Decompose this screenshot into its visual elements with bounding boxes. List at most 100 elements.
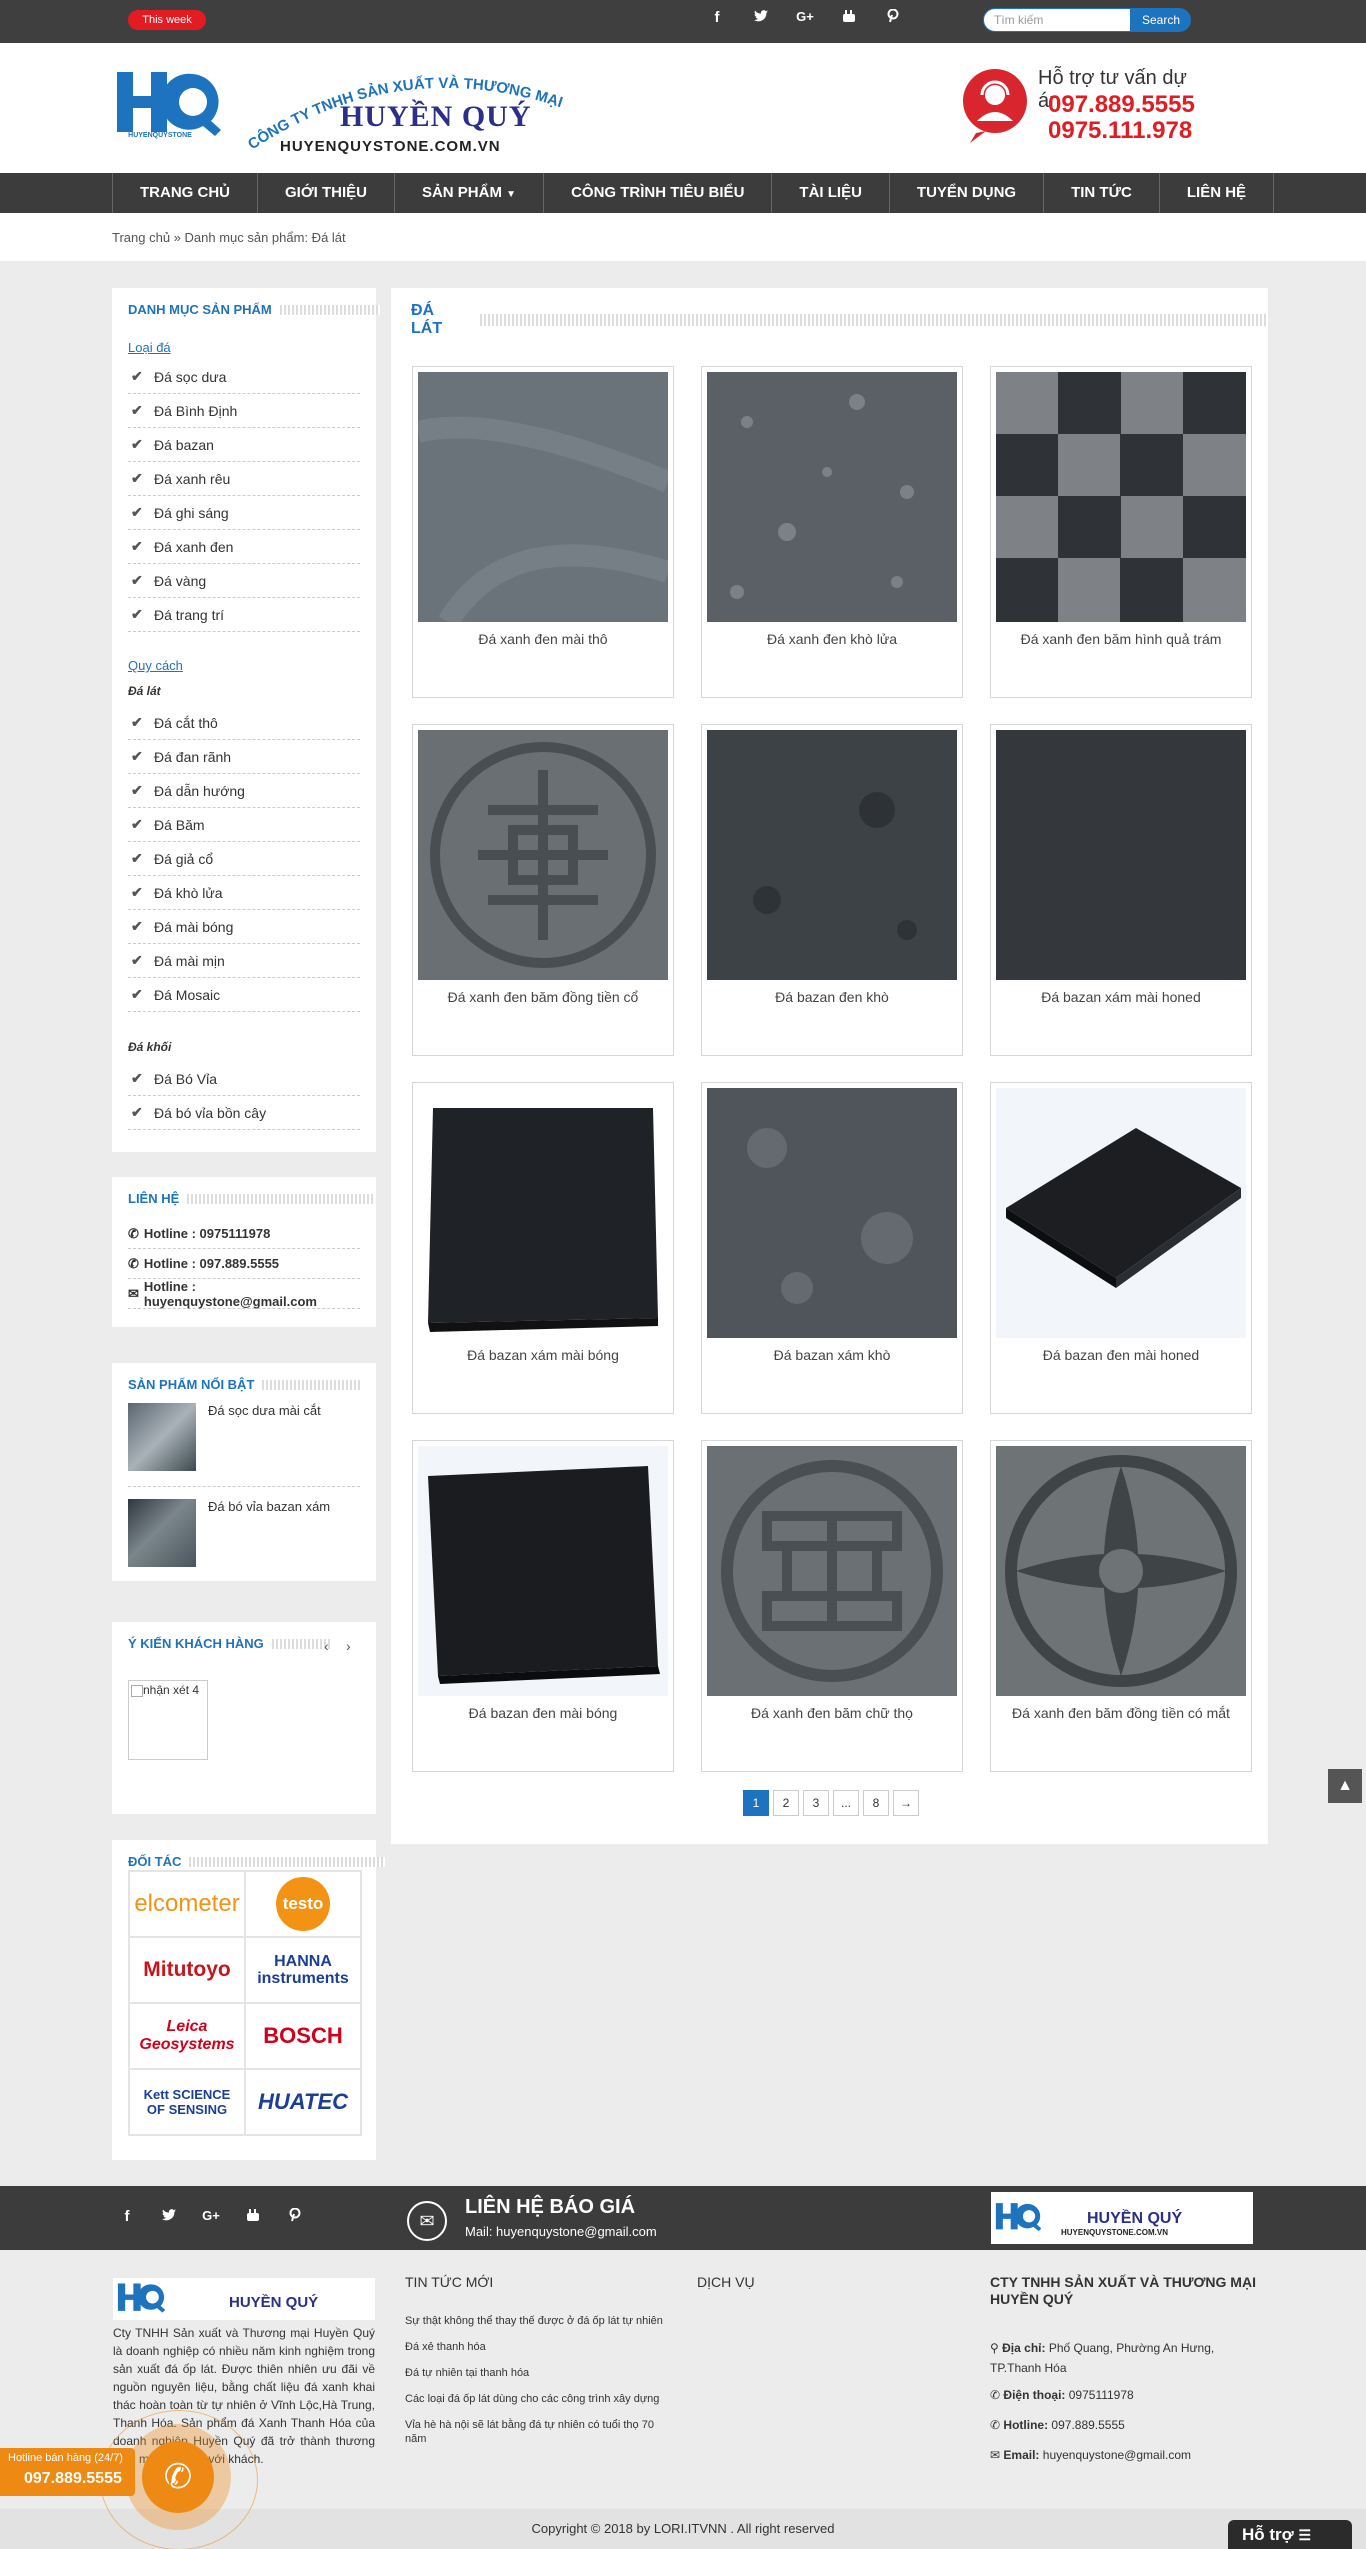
featured-item-name[interactable]: Đá sọc dưa mài cắt xyxy=(208,1403,321,1418)
page-1[interactable]: 1 xyxy=(743,1790,769,1816)
product-name[interactable]: Đá xanh đen khò lửa xyxy=(702,627,962,651)
product-card[interactable]: Đá bazan đen khò xyxy=(701,724,963,1056)
product-name[interactable]: Đá xanh đen băm hình quả trám xyxy=(991,627,1251,651)
site-logo[interactable]: HUYENQUYSTONE xyxy=(115,70,225,142)
scroll-top-button[interactable]: ▲ xyxy=(1328,1769,1362,1803)
page-3[interactable]: 3 xyxy=(803,1790,829,1816)
link-stone-type[interactable]: Loại đá xyxy=(128,340,171,355)
partner-logo-kett[interactable]: Kett SCIENCE OF SENSING xyxy=(129,2069,245,2135)
category-item[interactable]: ✔ Đá vàng xyxy=(128,564,360,598)
nav-item-home[interactable]: TRANG CHỦ xyxy=(113,173,258,213)
product-image[interactable] xyxy=(418,372,668,622)
pinterest-icon[interactable] xyxy=(286,2207,304,2226)
category-item[interactable]: ✔ Đá Băm xyxy=(128,808,360,842)
footer-news-link[interactable]: Vỉa hè hà nội sẽ lát bằng đá tự nhiên có… xyxy=(405,2418,675,2446)
page-next[interactable]: → xyxy=(893,1790,919,1816)
breadcrumb[interactable]: Trang chủ » Danh mục sản phẩm: Đá lát xyxy=(112,230,346,245)
footer-phone[interactable]: ✆ Điện thoại: 0975111978 xyxy=(990,2388,1134,2402)
category-item[interactable]: ✔ Đá ghi sáng xyxy=(128,496,360,530)
product-name[interactable]: Đá xanh đen băm đồng tiền cổ xyxy=(413,985,673,1009)
partner-logo-hanna[interactable]: HANNA instruments xyxy=(245,1937,361,2003)
product-card[interactable]: Đá xanh đen băm hình quả trám xyxy=(990,366,1252,698)
category-item[interactable]: ✔ Đá xanh đen xyxy=(128,530,360,564)
product-card[interactable]: Đá xanh đen băm chữ thọ xyxy=(701,1440,963,1772)
facebook-icon[interactable]: f xyxy=(708,9,726,27)
partner-logo-elcometer[interactable]: elcometer xyxy=(129,1871,245,1937)
nav-item-careers[interactable]: TUYỂN DỤNG xyxy=(890,173,1045,213)
support-phone-1[interactable]: 097.889.5555 xyxy=(1048,91,1195,119)
category-item[interactable]: ✔ Đá giả cổ xyxy=(128,842,360,876)
product-image[interactable] xyxy=(707,1446,957,1696)
product-image[interactable] xyxy=(996,372,1246,622)
partner-logo-testo[interactable]: testo xyxy=(245,1871,361,1937)
this-week-badge[interactable]: This week xyxy=(128,10,206,30)
featured-thumbnail[interactable] xyxy=(128,1499,196,1567)
product-card[interactable]: Đá bazan xám mài bóng xyxy=(412,1082,674,1414)
nav-item-products[interactable]: SẢN PHẨM ▼ xyxy=(395,173,545,213)
youtube-icon[interactable] xyxy=(840,9,858,27)
pinterest-icon[interactable] xyxy=(884,8,902,27)
partner-logo-huatec[interactable]: HUATEC xyxy=(245,2069,361,2135)
twitter-icon[interactable] xyxy=(752,9,770,27)
featured-item[interactable]: Đá sọc dưa mài cắt xyxy=(128,1391,360,1487)
search-button[interactable]: Search xyxy=(1131,8,1191,32)
partner-logo-leica[interactable]: Leica Geosystems xyxy=(129,2003,245,2069)
category-item[interactable]: ✔ Đá khò lửa xyxy=(128,876,360,910)
product-image[interactable] xyxy=(707,372,957,622)
partner-logo-bosch[interactable]: BOSCH xyxy=(245,2003,361,2069)
product-image[interactable] xyxy=(418,1088,668,1338)
support-phone-2[interactable]: 0975.111.978 xyxy=(1048,117,1192,145)
prev-arrow-icon[interactable]: ‹ xyxy=(324,1638,329,1654)
product-card[interactable]: Đá xanh đen băm đồng tiền cổ xyxy=(412,724,674,1056)
product-name[interactable]: Đá bazan xám mài bóng xyxy=(413,1343,673,1367)
contact-email[interactable]: ✉ Hotline : huyenquystone@gmail.com xyxy=(128,1279,360,1309)
product-image[interactable] xyxy=(418,730,668,980)
category-item[interactable]: ✔ Đá bó vỉa bồn cây xyxy=(128,1096,360,1130)
page-2[interactable]: 2 xyxy=(773,1790,799,1816)
google-plus-icon[interactable]: G+ xyxy=(202,2208,220,2226)
google-plus-icon[interactable]: G+ xyxy=(796,9,814,27)
contact-hotline-2[interactable]: ✆ Hotline : 097.889.5555 xyxy=(128,1249,360,1279)
category-item[interactable]: ✔ Đá Bình Định xyxy=(128,394,360,428)
product-image[interactable] xyxy=(996,1446,1246,1696)
product-image[interactable] xyxy=(707,730,957,980)
category-item[interactable]: ✔ Đá mài bóng xyxy=(128,910,360,944)
footer-hotline[interactable]: ✆ Hotline: 097.889.5555 xyxy=(990,2418,1125,2432)
category-item[interactable]: ✔ Đá xanh rêu xyxy=(128,462,360,496)
product-card[interactable]: Đá bazan xám khò xyxy=(701,1082,963,1414)
footer-news-link[interactable]: Đá xẻ thanh hóa xyxy=(405,2340,675,2354)
product-card[interactable]: Đá xanh đen băm đồng tiền có mắt xyxy=(990,1440,1252,1772)
twitter-icon[interactable] xyxy=(160,2208,178,2226)
featured-item-name[interactable]: Đá bó vỉa bazan xám xyxy=(208,1499,330,1514)
footer-email[interactable]: ✉ Email: huyenquystone@gmail.com xyxy=(990,2448,1191,2462)
product-name[interactable]: Đá bazan đen mài honed xyxy=(991,1343,1251,1367)
nav-item-news[interactable]: TIN TỨC xyxy=(1044,173,1160,213)
category-item[interactable]: ✔ Đá sọc dưa xyxy=(128,360,360,394)
product-card[interactable]: Đá bazan đen mài bóng xyxy=(412,1440,674,1772)
product-name[interactable]: Đá xanh đen băm đồng tiền có mắt xyxy=(991,1701,1251,1725)
featured-thumbnail[interactable] xyxy=(128,1403,196,1471)
category-item[interactable]: ✔ Đá cắt thô xyxy=(128,706,360,740)
footer-news-link[interactable]: Sự thật không thể thay thế được ở đá ốp … xyxy=(405,2314,675,2328)
page-8[interactable]: 8 xyxy=(863,1790,889,1816)
product-name[interactable]: Đá bazan xám khò xyxy=(702,1343,962,1367)
product-name[interactable]: Đá bazan xám mài honed xyxy=(991,985,1251,1009)
featured-item[interactable]: Đá bó vỉa bazan xám xyxy=(128,1487,360,1583)
footer-contact-mail[interactable]: Mail: huyenquystone@gmail.com xyxy=(465,2224,657,2239)
product-name[interactable]: Đá bazan đen khò xyxy=(702,985,962,1009)
contact-hotline-1[interactable]: ✆ Hotline : 0975111978 xyxy=(128,1219,360,1249)
product-image[interactable] xyxy=(418,1446,668,1696)
product-card[interactable]: Đá bazan đen mài honed xyxy=(990,1082,1252,1414)
product-image[interactable] xyxy=(996,1088,1246,1338)
youtube-icon[interactable] xyxy=(244,2208,262,2226)
category-item[interactable]: ✔ Đá đan rãnh xyxy=(128,740,360,774)
category-item[interactable]: ✔ Đá dẫn hướng xyxy=(128,774,360,808)
footer-news-link[interactable]: Các loại đá ốp lát dùng cho các công trì… xyxy=(405,2392,675,2406)
product-card[interactable]: Đá bazan xám mài honed xyxy=(990,724,1252,1056)
product-card[interactable]: Đá xanh đen khò lửa xyxy=(701,366,963,698)
link-spec[interactable]: Quy cách xyxy=(128,658,183,673)
category-item[interactable]: ✔ Đá Bó Vỉa xyxy=(128,1062,360,1096)
product-image[interactable] xyxy=(707,1088,957,1338)
product-image[interactable] xyxy=(996,730,1246,980)
nav-item-projects[interactable]: CÔNG TRÌNH TIÊU BIỂU xyxy=(544,173,773,213)
